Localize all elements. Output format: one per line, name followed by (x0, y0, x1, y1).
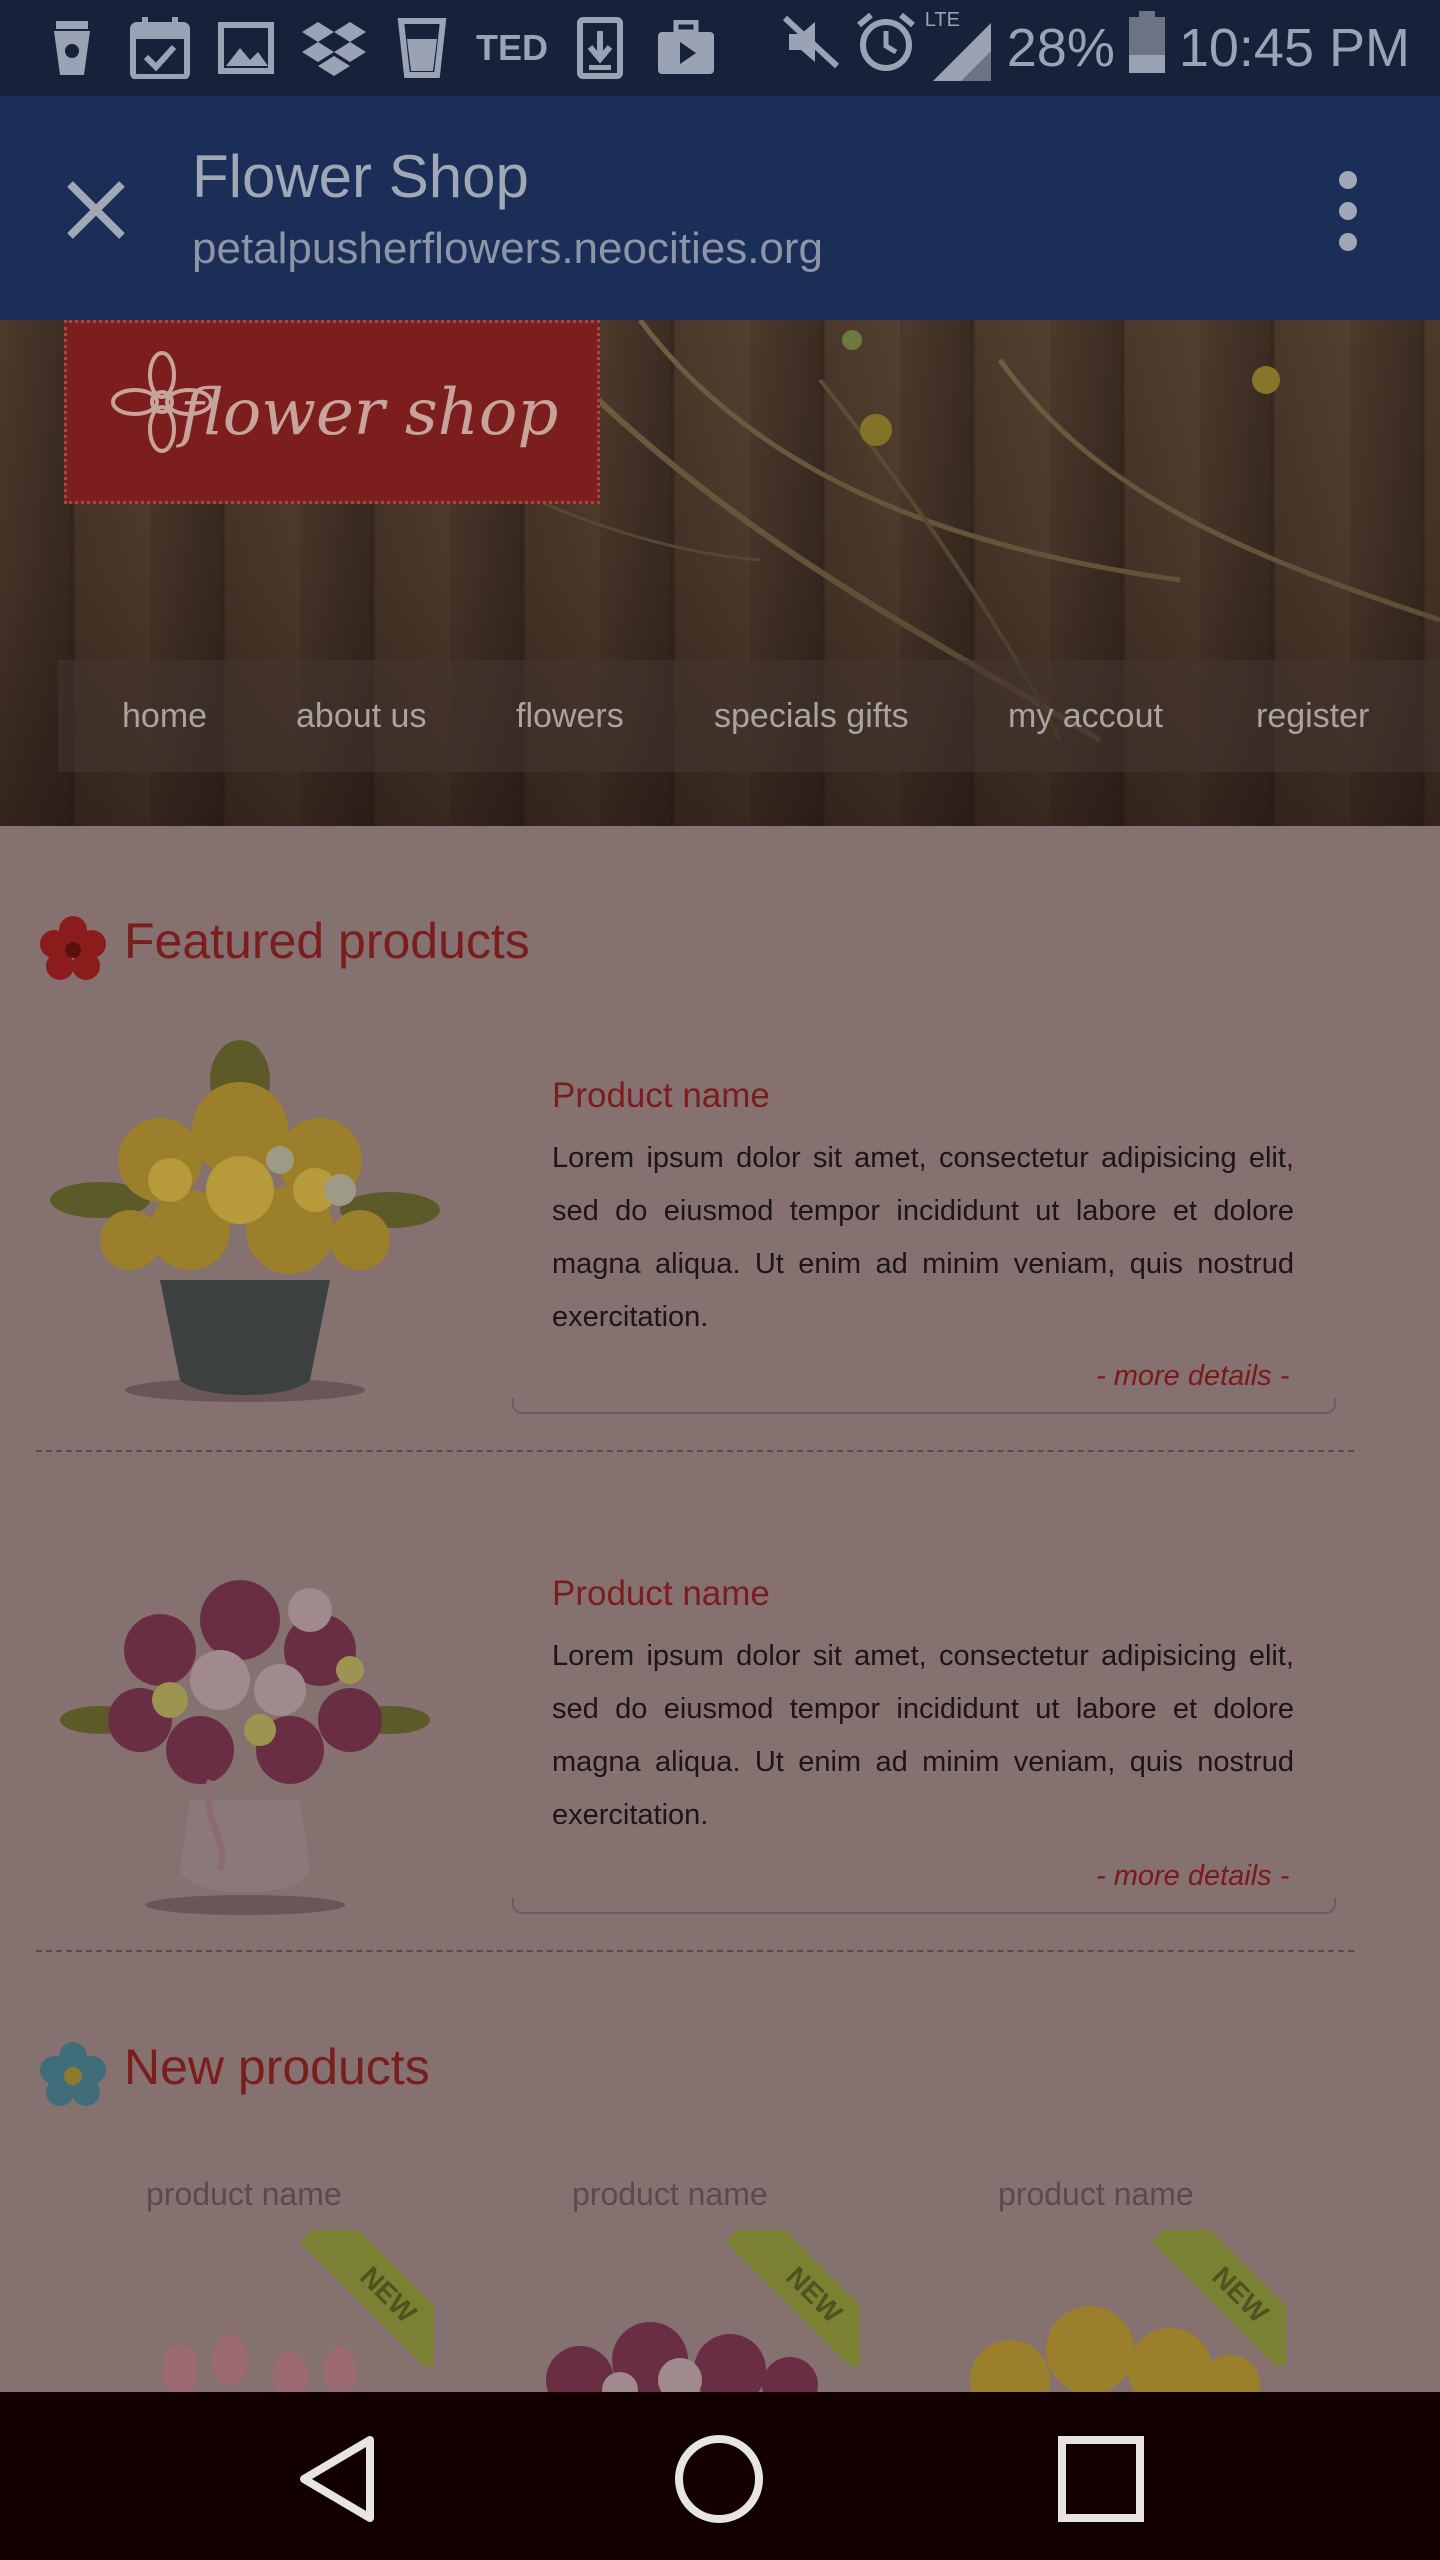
site-header: flower shop home about us flowers specia… (0, 320, 1440, 826)
new-badge: NEW (724, 2230, 860, 2366)
coffee-cup-icon (44, 18, 100, 78)
product-description: Lorem ipsum dolor sit amet, consectetur … (552, 1640, 1294, 1831)
ted-icon: TED (476, 27, 548, 68)
new-badge: NEW (298, 2230, 434, 2366)
nav-specials-gifts[interactable]: specials gifts (714, 660, 909, 772)
close-icon (67, 181, 125, 239)
product-divider (36, 1950, 1354, 1952)
recents-icon[interactable] (1056, 2434, 1146, 2524)
briefcase-play-icon (654, 18, 718, 78)
clock: 10:45 PM (1178, 18, 1410, 78)
product-image-yellow-bouquet[interactable] (40, 1040, 450, 1410)
page-url: petalpusherflowers.neocities.org (192, 224, 824, 273)
mute-icon (781, 14, 841, 83)
nav-register[interactable]: register (1256, 660, 1369, 772)
red-flower-icon (40, 916, 106, 980)
back-icon[interactable] (296, 2434, 380, 2524)
new-products-title: New products (124, 2039, 430, 2095)
new-badge: NEW (1150, 2230, 1286, 2366)
network-type: LTE (924, 9, 960, 31)
more-details-link[interactable]: - more details - (1096, 1860, 1289, 1893)
battery-percent: 28% (1006, 18, 1115, 78)
more-vert-icon (1339, 171, 1357, 251)
nav-about-us[interactable]: about us (296, 660, 426, 772)
product-name[interactable]: Product name (552, 1076, 770, 1116)
product-description: Lorem ipsum dolor sit amet, consectetur … (552, 1142, 1294, 1333)
system-nav-bar (0, 2392, 1440, 2560)
calendar-check-icon (128, 17, 192, 79)
new-product-name[interactable]: product name (146, 2176, 342, 2213)
image-icon (216, 18, 276, 78)
alarm-icon (855, 11, 917, 86)
dropbox-icon (302, 18, 366, 78)
overflow-menu-button[interactable] (1316, 166, 1380, 256)
home-icon[interactable] (672, 2432, 766, 2526)
featured-products-title: Featured products (124, 913, 530, 969)
nav-my-account[interactable]: my accout (1008, 660, 1163, 772)
site-logo-text: flower shop (180, 376, 559, 450)
cup-icon (394, 18, 450, 78)
status-bar: TED LTE 28% 10:45 PM (0, 0, 1440, 96)
new-product-name[interactable]: product name (998, 2176, 1194, 2213)
nav-flowers[interactable]: flowers (516, 660, 624, 772)
card-bottom-edge (512, 1398, 1336, 1414)
more-details-link[interactable]: - more details - (1096, 1360, 1289, 1393)
new-product-name[interactable]: product name (572, 2176, 768, 2213)
signal-icon: LTE (925, 9, 993, 83)
battery-icon (1128, 10, 1165, 86)
product-name[interactable]: Product name (552, 1574, 770, 1614)
product-image-pink-bouquet[interactable] (60, 1550, 430, 1920)
blue-flower-icon (40, 2042, 106, 2106)
close-button[interactable] (58, 172, 134, 248)
product-divider (36, 1450, 1354, 1452)
site-nav: home about us flowers specials gifts my … (58, 660, 1440, 772)
nav-home[interactable]: home (122, 660, 207, 772)
card-bottom-edge (512, 1898, 1336, 1914)
download-icon (574, 17, 626, 79)
page-title: Flower Shop (192, 143, 529, 210)
